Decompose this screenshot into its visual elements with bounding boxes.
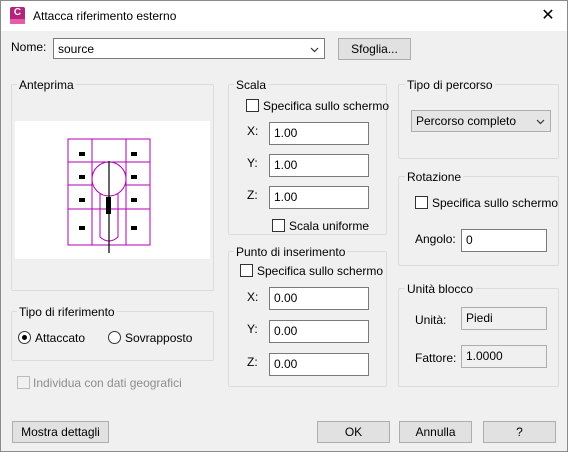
scale-x-input[interactable]: 1.00 (269, 122, 369, 145)
angle-input[interactable]: 0 (461, 229, 547, 252)
chevron-down-icon (310, 47, 319, 53)
title-bar[interactable]: C Attacca riferimento esterno ✕ (1, 1, 567, 31)
autocad-app-icon: C (10, 7, 25, 24)
insertion-point-title: Punto di inserimento (234, 245, 348, 259)
geographic-data-label: Individua con dati geografici (33, 376, 182, 390)
uniform-scale-label[interactable]: Scala uniforme (289, 219, 369, 233)
rotation-on-screen-label[interactable]: Specifica sullo schermo (432, 196, 558, 210)
attached-radio[interactable] (18, 331, 31, 344)
angle-label: Angolo: (415, 232, 456, 246)
window-title: Attacca riferimento esterno (33, 9, 177, 23)
name-dropdown-value: source (58, 42, 95, 56)
chevron-down-icon (536, 119, 545, 125)
browse-button[interactable]: Sfoglia... (338, 38, 411, 60)
insertion-y-input[interactable]: 0.00 (269, 320, 369, 343)
path-type-dropdown[interactable]: Percorso completo (411, 110, 551, 132)
insertion-x-input[interactable]: 0.00 (269, 287, 369, 310)
scale-on-screen-checkbox[interactable] (246, 99, 259, 112)
reference-type-title: Tipo di riferimento (17, 305, 117, 319)
ok-button[interactable]: OK (317, 421, 390, 443)
scale-on-screen-label[interactable]: Specifica sullo schermo (263, 99, 389, 113)
factor-value: 1.0000 (461, 345, 547, 368)
insertion-z-label: Z: (247, 355, 258, 369)
uniform-scale-checkbox[interactable] (272, 219, 285, 232)
attached-label[interactable]: Attaccato (35, 331, 85, 345)
rotation-title: Rotazione (405, 170, 464, 184)
scale-z-label: Z: (247, 188, 258, 202)
close-icon[interactable]: ✕ (535, 4, 561, 28)
insertion-on-screen-label[interactable]: Specifica sullo schermo (257, 264, 383, 278)
scale-y-input[interactable]: 1.00 (269, 154, 369, 177)
preview-title: Anteprima (17, 78, 76, 92)
unit-value: Piedi (461, 307, 547, 330)
preview-drawing (67, 138, 151, 253)
scale-z-input[interactable]: 1.00 (269, 186, 369, 209)
insertion-z-input[interactable]: 0.00 (269, 353, 369, 376)
show-details-button[interactable]: Mostra dettagli (12, 421, 109, 443)
path-type-value: Percorso completo (416, 114, 517, 128)
block-unit-title: Unità blocco (405, 282, 476, 296)
overlay-label[interactable]: Sovrapposto (125, 331, 192, 345)
app-icon-letter: C (13, 7, 22, 18)
insertion-y-label: Y: (247, 322, 258, 336)
name-dropdown[interactable]: source (53, 38, 325, 59)
rotation-on-screen-checkbox[interactable] (415, 196, 428, 209)
rotation-group (398, 176, 559, 266)
insertion-on-screen-checkbox[interactable] (240, 264, 253, 277)
block-unit-group (398, 288, 559, 387)
help-button[interactable]: ? (483, 421, 556, 443)
cancel-button[interactable]: Annulla (399, 421, 472, 443)
unit-label: Unità: (415, 313, 447, 327)
name-label: Nome: (11, 40, 47, 54)
factor-label: Fattore: (415, 351, 457, 365)
path-type-title: Tipo di percorso (405, 78, 495, 92)
scale-title: Scala (234, 78, 269, 92)
insertion-x-label: X: (247, 290, 259, 304)
geographic-data-checkbox[interactable] (17, 376, 30, 389)
overlay-radio[interactable] (108, 331, 121, 344)
scale-x-label: X: (247, 124, 259, 138)
attach-xref-dialog: C Attacca riferimento esterno ✕ Nome: so… (0, 0, 568, 452)
scale-y-label: Y: (247, 156, 258, 170)
preview-panel (15, 121, 210, 259)
